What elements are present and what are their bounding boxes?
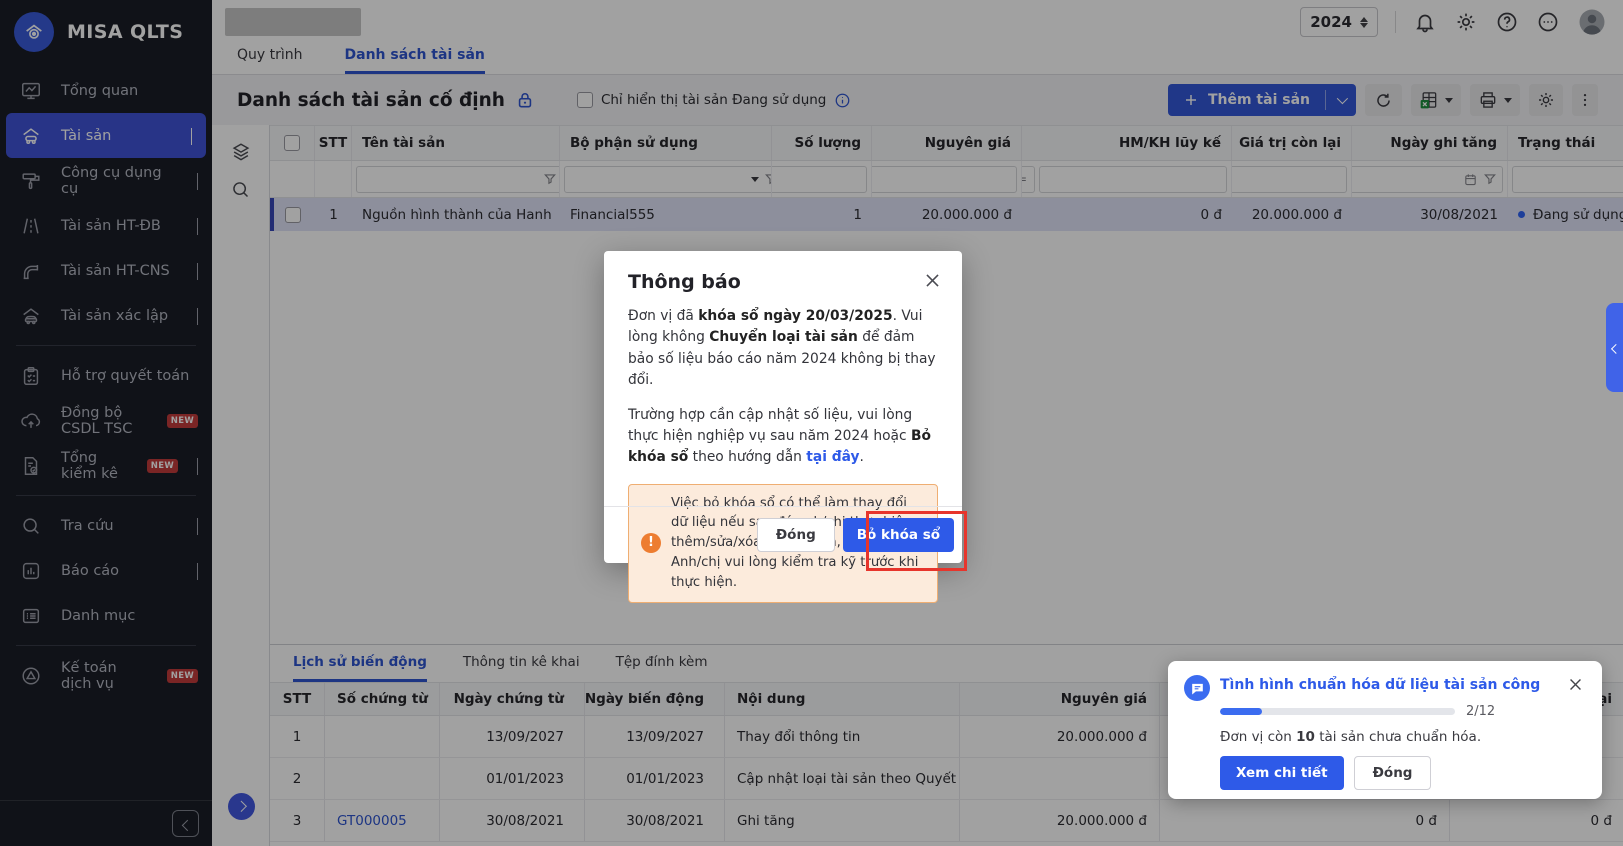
close-icon[interactable] xyxy=(1567,676,1584,693)
toast-title: Tình hình chuẩn hóa dữ liệu tài sản công xyxy=(1220,677,1540,693)
progress-bar xyxy=(1220,708,1455,715)
misa-qlts-app: MISA QLTS Tổng quan Tài sản Công cụ dụng… xyxy=(0,0,1623,846)
standardization-toast: Tình hình chuẩn hóa dữ liệu tài sản công… xyxy=(1168,661,1602,799)
toast-close-button[interactable]: Đóng xyxy=(1354,756,1432,790)
chevron-left-icon xyxy=(1611,344,1621,354)
unlock-books-button[interactable]: Bỏ khóa sổ xyxy=(843,518,954,552)
modal-title: Thông báo xyxy=(604,251,962,293)
view-details-button[interactable]: Xem chi tiết xyxy=(1220,756,1344,790)
close-icon[interactable] xyxy=(923,271,942,290)
right-panel-toggle[interactable] xyxy=(1606,303,1623,392)
progress-label: 2/12 xyxy=(1466,704,1495,719)
toast-message: Đơn vị còn 10 tài sản chưa chuẩn hóa. xyxy=(1220,729,1584,745)
tai-day-link[interactable]: tại đây xyxy=(806,449,859,465)
modal-paragraph-1: Đơn vị đã khóa sổ ngày 20/03/2025. Vui l… xyxy=(628,306,938,392)
modal-footer: Đóng Bỏ khóa sổ xyxy=(604,506,962,563)
modal-paragraph-2: Trường hợp cần cập nhật số liệu, vui lòn… xyxy=(628,405,938,469)
progress-fill xyxy=(1220,708,1262,715)
modal-close-button[interactable]: Đóng xyxy=(757,518,835,552)
notification-modal: Thông báo Đơn vị đã khóa sổ ngày 20/03/2… xyxy=(604,251,962,563)
chat-bubble-icon xyxy=(1184,675,1210,701)
